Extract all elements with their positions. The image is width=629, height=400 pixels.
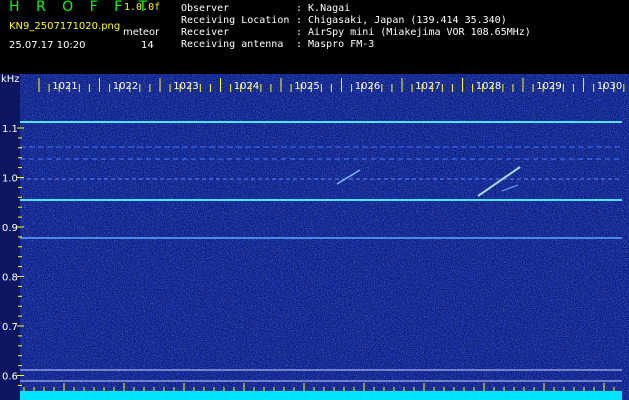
y-axis-strip <box>0 74 20 400</box>
bottom-band <box>20 391 622 400</box>
x-tick-label: 1027 <box>415 81 440 92</box>
x-tick-label: 1030 <box>597 81 622 92</box>
y-tick-label: 0.7 <box>2 322 18 333</box>
mode-label: meteor <box>123 27 160 38</box>
observer-label: Observer <box>181 3 230 14</box>
x-tick-label: 1028 <box>476 81 501 92</box>
count-label: 14 <box>141 40 154 51</box>
x-tick-label: 1022 <box>113 81 138 92</box>
x-tick-label: 1025 <box>294 81 319 92</box>
y-tick-label: 1.1 <box>2 124 18 135</box>
datetime-label: 25.07.17 10:20 <box>9 40 86 51</box>
y-tick-label: 1.0 <box>2 174 18 185</box>
x-tick-label: 1023 <box>173 81 198 92</box>
receiver-label: Receiver <box>181 27 230 38</box>
version-label: 1.0.0f <box>124 2 161 13</box>
observer-value: : K.Nagai <box>296 3 351 14</box>
y-tick-label: 0.9 <box>2 223 18 234</box>
spectrogram: 1021 1022 1023 1024 1025 1026 1027 1028 1029 1030… <box>0 74 629 400</box>
receiver-value: : AirSpy mini (Miakejima VOR 108.65MHz) <box>296 27 531 38</box>
location-label: Receiving Location <box>181 15 290 26</box>
antenna-value: : Maspro FM-3 <box>296 39 375 50</box>
location-value: : Chigasaki, Japan (139.414 35.340) <box>296 15 507 26</box>
x-tick-label: 1021 <box>52 81 77 92</box>
y-axis-unit: kHz <box>1 74 20 85</box>
y-tick-label: 0.6 <box>2 372 18 383</box>
x-tick-label: 1024 <box>234 81 259 92</box>
x-tick-label: 1026 <box>355 81 380 92</box>
antenna-label: Receiving antenna <box>181 39 284 50</box>
x-tick-label: 1029 <box>536 81 561 92</box>
filename-label: KN9_2507171020.png <box>9 21 121 32</box>
y-tick-label: 0.8 <box>2 273 18 284</box>
header-panel: H R O F F T 1.0.0f KN9_2507171020.png me… <box>0 0 629 74</box>
